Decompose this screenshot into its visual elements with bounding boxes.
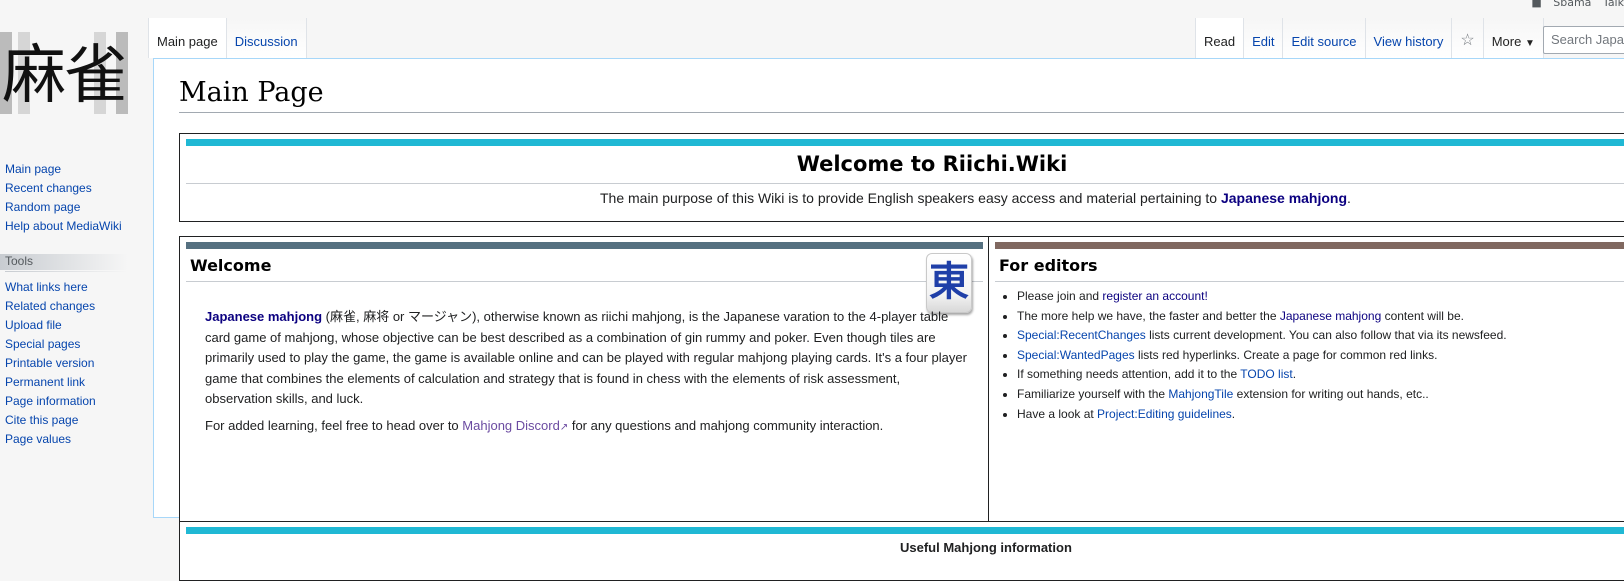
tools-heading: Tools	[0, 254, 128, 272]
navigation-portal: Main page Recent changes Random page Hel…	[0, 160, 150, 236]
mahjong-tile-link[interactable]: MahjongTile	[1168, 387, 1233, 401]
tab-edit[interactable]: Edit	[1244, 18, 1284, 58]
sidebar-item-page-values[interactable]: Page values	[0, 430, 150, 449]
list-item: Special:RecentChanges lists current deve…	[1017, 326, 1507, 346]
sidebar-item-cite-this-page[interactable]: Cite this page	[0, 411, 150, 430]
personal-tools: ■ Sbama Talk	[1523, 0, 1624, 9]
tile-glyph: 東	[929, 258, 969, 305]
useful-info-panel: Useful Mahjong information	[179, 521, 1624, 581]
sidebar-item-permanent-link[interactable]: Permanent link	[0, 373, 150, 392]
item-text-end: .	[1231, 406, 1236, 421]
external-link-icon: ↗	[559, 421, 569, 433]
sidebar-item-what-links-here[interactable]: What links here	[0, 278, 150, 297]
site-logo[interactable]: 麻雀	[0, 18, 150, 138]
banner-accent-bar	[186, 139, 1624, 146]
sidebar-item-upload-file[interactable]: Upload file	[0, 316, 150, 335]
item-text-end: lists red hyperlinks. Create a page for …	[1134, 347, 1438, 362]
banner-subtitle: The main purpose of this Wiki is to prov…	[600, 190, 1351, 206]
editors-panel: For editors Please join and register an …	[988, 236, 1624, 536]
welcome-para2-suffix: for any questions and mahjong community …	[568, 417, 884, 433]
namespace-tabs: Main page Discussion	[148, 18, 307, 58]
welcome-paragraph-1: Japanese mahjong (麻雀, 麻将 or マージャン), othe…	[205, 307, 970, 410]
banner-subtitle-end: .	[1347, 190, 1351, 206]
sidebar-item-random-page[interactable]: Random page	[0, 198, 150, 217]
welcome-banner: Welcome to Riichi.Wiki The main purpose …	[179, 133, 1624, 222]
welcome-paragraph-2: For added learning, feel free to head ov…	[205, 416, 970, 439]
tab-discussion[interactable]: Discussion	[226, 18, 307, 58]
editors-title: For editors	[999, 256, 1098, 275]
banner-divider	[186, 183, 1624, 184]
tools-portal: What links here Related changes Upload f…	[0, 278, 150, 449]
editing-guidelines-link[interactable]: Project:Editing guidelines	[1097, 407, 1232, 421]
more-label: More	[1491, 34, 1522, 49]
todo-list-link[interactable]: TODO list	[1240, 367, 1292, 381]
item-text: The more help we have, the faster and be…	[1017, 308, 1280, 323]
useful-accent-bar	[186, 527, 1624, 534]
list-item: Have a look at Project:Editing guideline…	[1017, 405, 1507, 425]
item-text: Please join and	[1017, 289, 1103, 303]
wanted-pages-link[interactable]: Special:WantedPages	[1017, 348, 1135, 362]
recent-changes-link[interactable]: Special:RecentChanges	[1017, 328, 1146, 342]
item-text-end: content will be.	[1381, 308, 1464, 323]
item-text: Have a look at	[1017, 406, 1098, 421]
item-text-end: lists current development. You can also …	[1145, 328, 1507, 343]
item-text-end: .	[1292, 367, 1297, 382]
banner-subtitle-text: The main purpose of this Wiki is to prov…	[600, 190, 1221, 206]
sidebar-item-printable-version[interactable]: Printable version	[0, 354, 150, 373]
editors-divider	[995, 281, 1624, 282]
view-tabs: Read Edit Edit source View history ☆ Mor…	[1195, 18, 1544, 58]
editors-list: Please join and register an account! The…	[999, 287, 1507, 424]
welcome-para2-prefix: For added learning, feel free to head ov…	[205, 417, 463, 433]
welcome-title: Welcome	[190, 256, 272, 275]
tab-main-page[interactable]: Main page	[148, 18, 227, 58]
main-content: Main Page Welcome to Riichi.Wiki The mai…	[153, 58, 1624, 581]
tab-edit-source[interactable]: Edit source	[1283, 18, 1366, 58]
search-input[interactable]: Search Japa	[1543, 26, 1624, 54]
editors-accent-bar	[995, 242, 1624, 249]
welcome-accent-bar	[186, 242, 983, 249]
list-item: Please join and register an account!	[1017, 287, 1507, 307]
talk-link[interactable]: Talk	[1603, 0, 1624, 9]
sidebar-item-recent-changes[interactable]: Recent changes	[0, 179, 150, 198]
mahjong-discord-link[interactable]: Mahjong Discord	[462, 418, 560, 433]
japanese-mahjong-link-3[interactable]: Japanese mahjong	[1280, 309, 1381, 323]
register-account-link[interactable]: register an account!	[1102, 289, 1207, 303]
banner-title: Welcome to Riichi.Wiki	[796, 152, 1068, 176]
japanese-mahjong-link-2[interactable]: Japanese mahjong	[205, 309, 322, 324]
japanese-mahjong-link[interactable]: Japanese mahjong	[1221, 190, 1347, 206]
tab-read[interactable]: Read	[1195, 18, 1245, 58]
list-item: The more help we have, the faster and be…	[1017, 307, 1507, 327]
sidebar-item-main-page[interactable]: Main page	[0, 160, 150, 179]
user-icon: ■	[1531, 0, 1542, 9]
page-title: Main Page	[179, 77, 1624, 113]
more-menu[interactable]: More ▼	[1483, 18, 1544, 58]
sidebar-item-page-information[interactable]: Page information	[0, 392, 150, 411]
sidebar-item-help[interactable]: Help about MediaWiki	[0, 217, 150, 236]
list-item: Familiarize yourself with the MahjongTil…	[1017, 385, 1507, 405]
list-item: Special:WantedPages lists red hyperlinks…	[1017, 346, 1507, 366]
item-text-end: extension for writing out hands, etc..	[1233, 386, 1429, 401]
item-text: If something needs attention, add it to …	[1017, 367, 1241, 382]
welcome-body: Japanese mahjong (麻雀, 麻将 or マージャン), othe…	[205, 307, 970, 444]
welcome-panel: Welcome 東 Japanese mahjong (麻雀, 麻将 or マー…	[179, 236, 989, 536]
tab-view-history[interactable]: View history	[1365, 18, 1453, 58]
logo-text: 麻雀	[2, 39, 128, 113]
watch-star-icon[interactable]: ☆	[1452, 18, 1484, 58]
sidebar-item-special-pages[interactable]: Special pages	[0, 335, 150, 354]
item-text: Familiarize yourself with the	[1017, 386, 1169, 401]
chevron-down-icon: ▼	[1524, 38, 1535, 49]
user-link[interactable]: Sbama	[1553, 0, 1591, 9]
sidebar-item-related-changes[interactable]: Related changes	[0, 297, 150, 316]
sidebar: Main page Recent changes Random page Hel…	[0, 160, 150, 449]
welcome-divider	[186, 281, 983, 282]
useful-info-title: Useful Mahjong information	[900, 540, 1072, 555]
list-item: If something needs attention, add it to …	[1017, 365, 1507, 385]
east-tile-image: 東	[926, 253, 972, 313]
